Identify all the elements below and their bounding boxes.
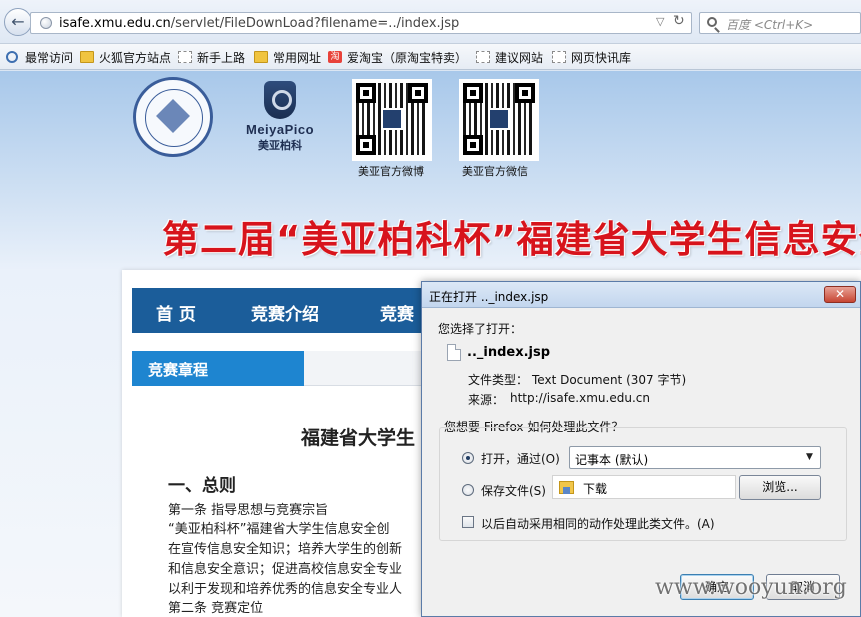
dialog-body: 您选择了打开： .._index.jsp 文件类型： Text Document… [422, 309, 860, 616]
search-placeholder: 百度 <Ctrl+K> [726, 18, 814, 32]
qr-weibo-caption: 美亚官方微博 [358, 165, 424, 178]
save-file-label[interactable]: 保存文件(S) [481, 482, 546, 499]
bookmark-common-sites[interactable]: 常用网址 [254, 49, 321, 65]
bookmark-label: 常用网址 [273, 50, 322, 65]
doc-line: 和信息安全意识；促进高校信息安全专业 [168, 562, 403, 577]
nav-home[interactable]: 首 页 [156, 300, 196, 325]
bookmark-label: 新手上路 [197, 50, 246, 65]
save-location-field: 下载 [552, 475, 736, 499]
page-icon [178, 51, 192, 63]
bookmark-label: 建议网站 [495, 50, 544, 65]
qr-finder-icon [408, 83, 428, 103]
close-button[interactable]: ✕ [824, 286, 856, 303]
dialog-title: 正在打开 .._index.jsp [429, 290, 549, 304]
folder-icon [254, 51, 268, 63]
doc-line: 第一条 指导思想与竞赛宗旨 [168, 503, 329, 518]
file-type-value: Text Document (307 字节) [532, 373, 687, 387]
meiya-brand-text: MeiyaPico [246, 122, 315, 137]
meiya-cn-text: 美亚柏科 [258, 139, 302, 152]
reload-icon[interactable]: ↻ [673, 13, 685, 29]
watermark: www.wooyun.org [655, 575, 847, 600]
qr-weibo [352, 79, 432, 161]
open-with-radio[interactable] [462, 452, 474, 464]
page-icon [552, 51, 566, 63]
qr-finder-icon [356, 135, 376, 155]
bookmark-label: 火狐官方站点 [99, 50, 172, 65]
page-banner: 第二届“美亚柏科杯”福建省大学生信息安全 [162, 218, 861, 261]
close-icon: ✕ [834, 287, 846, 301]
bookmark-aitaobao[interactable]: 淘爱淘宝（原淘宝特卖） [328, 49, 467, 65]
magnifier-icon [6, 51, 18, 63]
remember-checkbox[interactable] [462, 516, 474, 528]
university-seal-icon [133, 77, 213, 157]
file-name: .._index.jsp [467, 345, 551, 360]
doc-heading: 一、总则 [168, 476, 236, 496]
download-folder-icon [559, 481, 574, 494]
bookmark-most-visited[interactable]: 最常访问 [6, 49, 73, 65]
remember-label[interactable]: 以后自动采用相同的动作处理此类文件。(A) [481, 515, 715, 532]
doc-line: 第二条 竞赛定位 [168, 601, 264, 616]
nav-competition[interactable]: 竞赛 [380, 300, 414, 325]
bookmark-label: 网页快讯库 [571, 50, 632, 65]
url-host: isafe.xmu.edu.cn [59, 16, 171, 31]
url-dropdown-icon[interactable]: ▽ [656, 15, 664, 28]
doc-line: “美亚柏科杯”福建省大学生信息安全创 [168, 522, 390, 537]
browser-nav-bar: ← isafe.xmu.edu.cn/servlet/FileDownLoad?… [0, 0, 861, 44]
url-path: /servlet/FileDownLoad?filename=../index.… [170, 16, 460, 31]
doc-line: 在宣传信息安全知识；培养大学生的创新 [168, 542, 403, 557]
dialog-titlebar[interactable]: 正在打开 .._index.jsp ✕ [422, 282, 860, 308]
bookmark-firefox-site[interactable]: 火狐官方站点 [80, 49, 171, 65]
folder-icon [80, 51, 94, 63]
url-bar[interactable]: isafe.xmu.edu.cn/servlet/FileDownLoad?fi… [30, 12, 692, 34]
qr-finder-icon [356, 83, 376, 103]
bookmark-suggested-sites[interactable]: 建议网站 [476, 49, 543, 65]
doc-line: 以利于发现和培养优秀的信息安全专业人 [168, 582, 403, 597]
open-file-dialog: 正在打开 .._index.jsp ✕ 您选择了打开： .._index.jsp… [421, 281, 861, 617]
qr-finder-icon [515, 83, 535, 103]
bookmark-label: 爱淘宝（原淘宝特卖） [347, 50, 468, 65]
qr-logo-icon [488, 108, 510, 130]
nav-intro[interactable]: 竞赛介绍 [251, 300, 319, 325]
chose-label: 您选择了打开： [438, 322, 523, 336]
open-with-label[interactable]: 打开，通过(O) [481, 450, 560, 467]
tab-rules[interactable]: 竞赛章程 [132, 351, 304, 386]
qr-logo-icon [381, 108, 403, 130]
bookmark-web-slices[interactable]: 网页快讯库 [552, 49, 631, 65]
qr-weixin [459, 79, 539, 161]
qr-finder-icon [463, 83, 483, 103]
bookmark-label: 最常访问 [25, 50, 74, 65]
back-button[interactable]: ← [4, 8, 32, 36]
bookmark-getting-started[interactable]: 新手上路 [178, 49, 245, 65]
globe-icon [40, 17, 52, 29]
save-file-radio[interactable] [462, 484, 474, 496]
doc-title: 福建省大学生 [301, 427, 416, 449]
open-with-select[interactable]: 记事本 (默认) ▼ [569, 446, 821, 469]
qr-weixin-caption: 美亚官方微信 [462, 165, 528, 178]
arrow-left-icon: ← [11, 12, 25, 31]
qr-finder-icon [463, 135, 483, 155]
search-icon [707, 17, 717, 27]
taobao-icon: 淘 [328, 51, 342, 63]
save-folder-name: 下载 [583, 482, 608, 496]
url-text: isafe.xmu.edu.cn/servlet/FileDownLoad?fi… [59, 16, 459, 31]
open-with-app: 记事本 (默认) [575, 453, 649, 467]
source-value: http://isafe.xmu.edu.cn [510, 391, 650, 405]
source-label: 来源： [468, 393, 505, 407]
browse-button[interactable]: 浏览... [739, 475, 821, 500]
search-bar[interactable]: 百度 <Ctrl+K> [699, 12, 861, 34]
meiya-shield-icon [264, 81, 296, 119]
chevron-down-icon: ▼ [806, 452, 813, 462]
text-file-icon [447, 344, 461, 361]
bookmarks-toolbar: 最常访问 火狐官方站点 新手上路 常用网址 淘爱淘宝（原淘宝特卖） 建议网站 网… [0, 44, 861, 70]
file-type-label: 文件类型： [468, 373, 529, 387]
page-icon [476, 51, 490, 63]
